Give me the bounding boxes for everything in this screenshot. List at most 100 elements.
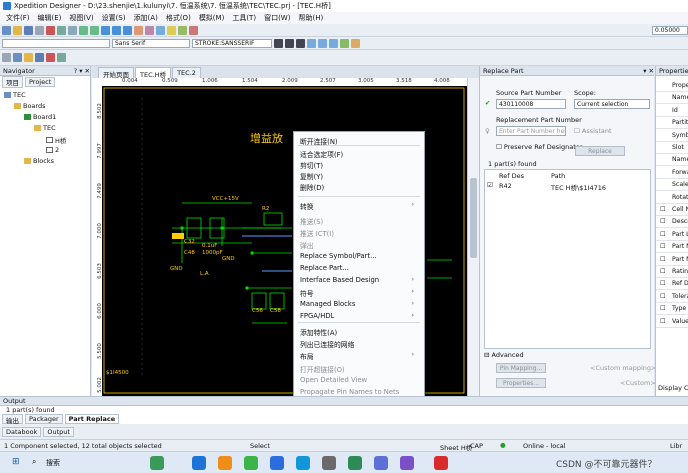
property-row[interactable]: ☐ Tolera [656, 291, 688, 303]
property-row[interactable]: ☐ Type [656, 303, 688, 316]
assistant-checkbox[interactable]: ☐ Assistant [574, 127, 612, 135]
fill-icon[interactable] [351, 38, 360, 48]
scrollbar-thumb[interactable] [470, 178, 477, 258]
row-checkbox[interactable]: ☑ [487, 181, 493, 189]
menu-view[interactable]: 视图(V) [69, 13, 93, 23]
property-row[interactable]: Prope [656, 80, 688, 92]
menu-format[interactable]: 格式(O) [166, 13, 191, 23]
highlight-icon[interactable] [24, 53, 33, 62]
menu-file[interactable]: 文件(F) [6, 13, 30, 23]
app-icon-5[interactable] [296, 456, 310, 470]
preserve-refdes-checkbox[interactable]: ☐ Preserve Ref Designator [496, 143, 582, 151]
app-icon-9[interactable] [400, 456, 414, 470]
properties-button[interactable]: Properties... [496, 378, 546, 388]
property-row[interactable]: ☐ Cell N [656, 204, 688, 216]
property-checkbox[interactable]: ☐ [660, 216, 666, 228]
zoom-in-icon[interactable] [101, 25, 110, 35]
underline-icon[interactable] [296, 38, 305, 48]
pin-mapping-button[interactable]: Pin Mapping... [496, 363, 546, 373]
app-icon-10[interactable] [434, 456, 448, 470]
tab-tec-hbridge[interactable]: TEC.H桥 [135, 67, 172, 79]
package-icon[interactable] [57, 53, 66, 62]
property-row[interactable]: ☐ Part L [656, 229, 688, 241]
property-checkbox[interactable]: ☐ [660, 291, 666, 303]
app-icon-4[interactable] [270, 456, 284, 470]
context-menu-item[interactable]: 复制(Y) [300, 171, 420, 181]
layer-select[interactable] [2, 38, 110, 48]
search-app-icon[interactable] [218, 456, 232, 470]
property-checkbox[interactable]: ☐ [660, 278, 666, 290]
property-row[interactable]: Symb [656, 130, 688, 142]
property-checkbox[interactable]: ☐ [660, 229, 666, 241]
app-icon-8[interactable] [374, 456, 388, 470]
menu-add[interactable]: 添加(A) [134, 13, 158, 23]
tree-item-board1[interactable]: Board1 [24, 113, 56, 121]
replace-button[interactable]: Replace [575, 146, 625, 156]
context-menu-item[interactable]: 添加特性(A) [300, 327, 420, 337]
property-checkbox[interactable]: ☐ [660, 303, 666, 315]
context-menu-item[interactable]: 断开连接(N) [300, 136, 420, 146]
scope-select[interactable]: Current selection [574, 99, 650, 109]
property-row[interactable]: Slot [656, 142, 688, 154]
zoom-out-icon[interactable] [112, 25, 121, 35]
tab-packager[interactable]: Packager [25, 414, 63, 424]
windows-start-icon[interactable]: ⊞ [12, 457, 20, 467]
stroke-select[interactable]: STROKE:SANSSERIF [192, 38, 272, 48]
context-menu-item[interactable]: Interface Based Design › [300, 276, 420, 284]
app-icon-6[interactable] [322, 456, 336, 470]
menu-edit[interactable]: 编辑(E) [38, 13, 62, 23]
align-left-icon[interactable] [307, 38, 316, 48]
property-row[interactable]: Scale [656, 179, 688, 192]
menu-help[interactable]: 帮助(H) [298, 13, 323, 23]
add-text-icon[interactable] [167, 25, 176, 35]
open-icon[interactable] [13, 25, 22, 35]
cut-icon[interactable] [46, 25, 55, 35]
context-menu-item[interactable]: 剪切(T) [300, 160, 420, 170]
property-row[interactable]: ☐ Descr [656, 216, 688, 229]
table-row[interactable]: ☑ R42 TEC H桥\$1I4716 [485, 181, 650, 192]
search-icon[interactable]: ⌕ [32, 457, 36, 467]
tree-item-blocks[interactable]: Blocks [24, 157, 54, 165]
property-row[interactable]: Id [656, 105, 688, 117]
tree-item-sheet-2[interactable]: 2 [46, 146, 59, 154]
context-menu-item[interactable]: 符号 › [300, 288, 420, 298]
property-row[interactable]: ☐ Part N [656, 254, 688, 266]
save-icon[interactable] [24, 25, 33, 35]
check-icon[interactable] [46, 53, 55, 62]
tab-start-page[interactable]: 开始页面 [98, 67, 134, 79]
delete-icon[interactable] [189, 25, 198, 35]
property-checkbox[interactable]: ☐ [660, 204, 666, 216]
zoom-field[interactable]: 0.05000 [652, 25, 688, 35]
paste-icon[interactable] [68, 25, 77, 35]
taskbar-search[interactable]: 搜索 [46, 458, 60, 468]
property-row[interactable]: ☐ Part N [656, 241, 688, 254]
property-checkbox[interactable]: ☐ [660, 241, 666, 253]
property-row[interactable]: Name [656, 92, 688, 105]
add-line-icon[interactable] [178, 25, 187, 35]
add-bus-icon[interactable] [145, 25, 154, 35]
tab-project-cn[interactable]: 项目 [2, 76, 23, 88]
property-checkbox[interactable]: ☐ [660, 266, 666, 278]
source-part-field[interactable]: 430110008 [496, 99, 566, 109]
tree-item-tec-root[interactable]: TEC [4, 91, 26, 99]
align-right-icon[interactable] [329, 38, 338, 48]
context-menu-item[interactable]: Managed Blocks › [300, 300, 420, 308]
font-select[interactable]: Sans Serif [112, 38, 190, 48]
align-center-icon[interactable] [318, 38, 327, 48]
tab-output-cn[interactable]: 输出 [2, 414, 23, 425]
edge-icon[interactable] [192, 456, 206, 470]
advanced-toggle[interactable]: ⊟ Advanced [484, 351, 524, 359]
context-menu-item[interactable]: Replace Part... [300, 264, 420, 272]
wechat-icon[interactable] [244, 456, 258, 470]
grid-icon[interactable] [2, 53, 11, 62]
property-row[interactable]: Rotat [656, 192, 688, 204]
tab-project[interactable]: Project [25, 77, 56, 87]
bold-icon[interactable] [274, 38, 283, 48]
property-row[interactable]: Partiti [656, 117, 688, 130]
context-menu-item[interactable]: FPGA/HDL › [300, 312, 420, 320]
italic-icon[interactable] [285, 38, 294, 48]
zoom-fit-icon[interactable] [123, 25, 132, 35]
property-row[interactable]: ☐ Value [656, 316, 688, 328]
panel-pin-icon[interactable]: ▾ ✕ [643, 66, 654, 75]
app-icon-7[interactable] [348, 456, 362, 470]
